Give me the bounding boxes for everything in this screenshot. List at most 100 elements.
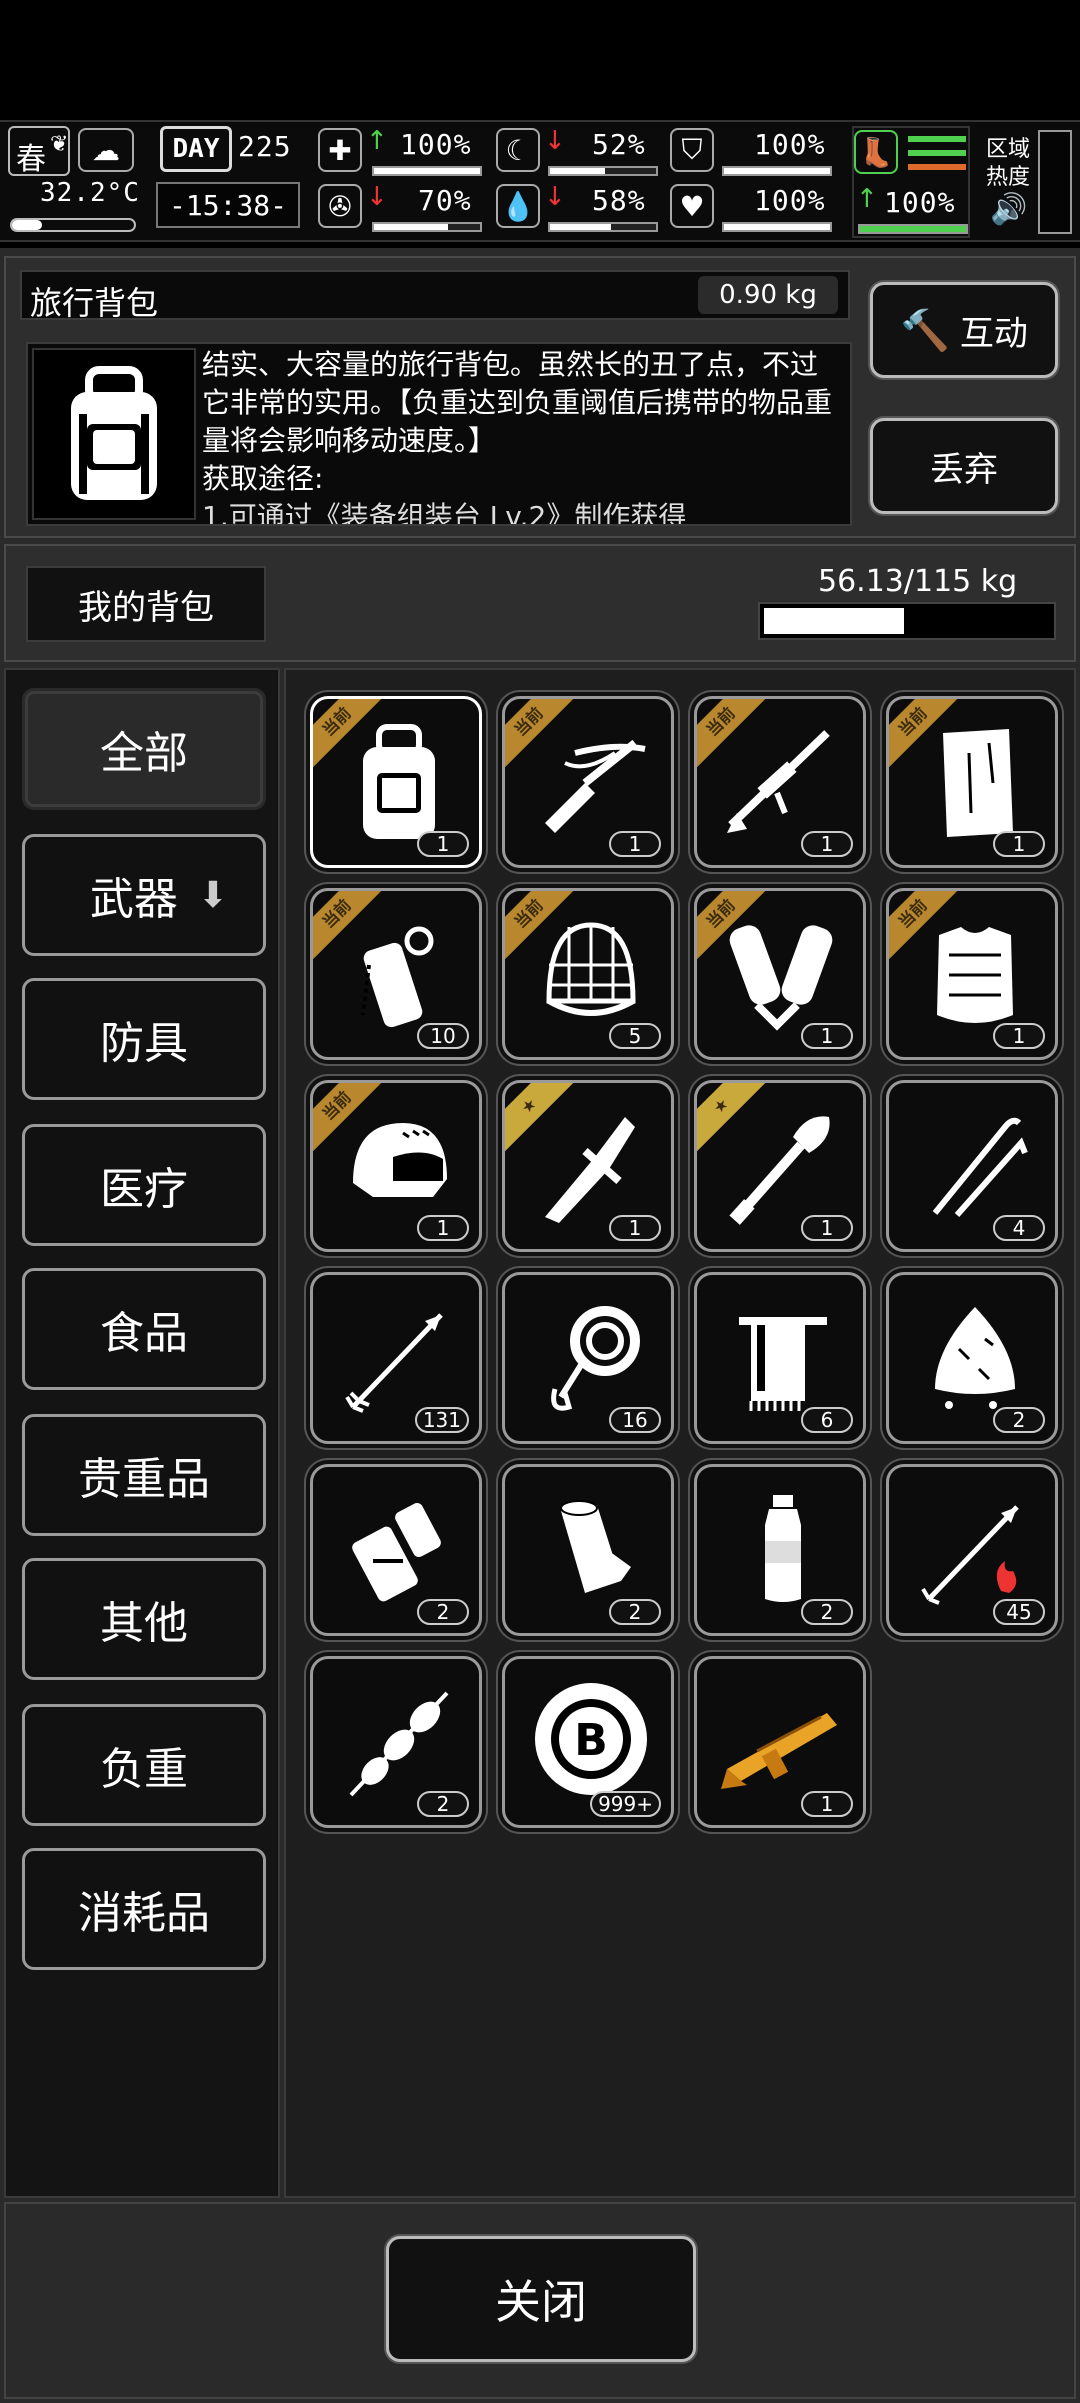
item-slot-grenade[interactable]: 当前 10	[310, 888, 482, 1060]
item-slot-fire-arrow[interactable]: 45	[886, 1464, 1058, 1636]
item-slot-water-filter[interactable]: 2	[310, 1464, 482, 1636]
item-slot-bandage-roll[interactable]: 2	[502, 1464, 674, 1636]
item-slot-bitcoin-token[interactable]: B 999+	[502, 1656, 674, 1828]
equipped-tag: 当前	[505, 891, 585, 971]
item-info-panel: 旅行背包 0.90 kg 结实、大容量的旅行背包。虽然长的丑了点，不过它非常的实…	[4, 256, 1076, 538]
item-slot-sniper-rifle[interactable]: 当前 1	[694, 696, 866, 868]
item-description-box: 结实、大容量的旅行背包。虽然长的丑了点，不过它非常的实用。【负重达到负重阈值后携…	[26, 342, 852, 526]
water-down-arrow-icon: ↓	[544, 182, 566, 212]
category-food[interactable]: 食品	[22, 1268, 266, 1390]
water-bottle-icon	[717, 1481, 849, 1613]
category-valuables-label: 贵重品	[78, 1454, 210, 1505]
stamina-bar	[858, 224, 968, 234]
item-slot-water-bottle[interactable]: 2	[694, 1464, 866, 1636]
favorite-tag: ★	[697, 1083, 777, 1163]
item-count: 1	[417, 831, 469, 857]
item-weight-box: 0.90 kg	[698, 276, 838, 314]
item-count: 16	[609, 1407, 661, 1433]
item-count: 1	[993, 1023, 1045, 1049]
item-count: 2	[417, 1599, 469, 1625]
armor-pct: 100%	[754, 128, 826, 161]
status-bar: 春 ❦ ☁ 32.2°C DAY 225 -15:38- ✚ ↑ 100% ☾ …	[0, 120, 1080, 242]
category-weapons[interactable]: 武器 ⬇	[22, 834, 266, 956]
season-text: 春	[16, 142, 46, 177]
item-slot-shin-guards[interactable]: 当前 1	[694, 888, 866, 1060]
item-count: 1	[801, 831, 853, 857]
star-icon: ★	[697, 1083, 775, 1160]
equipped-tag: 当前	[889, 891, 969, 971]
close-label: 关闭	[495, 2275, 587, 2329]
category-valuables[interactable]: 贵重品	[22, 1414, 266, 1536]
stamina-pct: 100%	[884, 186, 956, 219]
item-slot-body-armor[interactable]: 当前 1	[886, 888, 1058, 1060]
equipped-tag-label: 当前	[697, 699, 775, 776]
category-consumables[interactable]: 消耗品	[22, 1848, 266, 1970]
item-count: 4	[993, 1215, 1045, 1241]
item-slot-helmet[interactable]: 当前 1	[310, 1080, 482, 1252]
season-badge: 春 ❦	[8, 126, 70, 177]
leaf-icon: ❦	[50, 132, 69, 157]
category-load[interactable]: 负重	[22, 1704, 266, 1826]
item-count: 2	[609, 1599, 661, 1625]
item-slot-wood-plank[interactable]: 当前 1	[886, 696, 1058, 868]
equipped-tag: 当前	[313, 1083, 393, 1163]
speaker-icon: 🔊	[990, 192, 1028, 227]
armor-bar	[722, 166, 832, 176]
item-slot-golden-shotgun[interactable]: 1	[694, 1656, 866, 1828]
weight-pct: 70%	[418, 184, 472, 217]
day-label: DAY	[160, 126, 232, 172]
equipped-tag-label: 当前	[313, 891, 391, 968]
interact-label: 互动	[959, 313, 1028, 354]
clock-box: -15:38-	[156, 182, 300, 228]
category-all[interactable]: 全部	[22, 688, 266, 810]
lockpicks-icon	[909, 1097, 1041, 1229]
golden-shotgun-icon	[717, 1673, 849, 1805]
category-other-label: 其他	[100, 1598, 188, 1649]
category-other[interactable]: 其他	[22, 1558, 266, 1680]
category-medical[interactable]: 医疗	[22, 1124, 266, 1246]
water-drop-icon: 💧	[496, 184, 540, 228]
stamina-up-arrow-icon: ↑	[856, 184, 878, 214]
heart-icon: ♥	[670, 184, 714, 228]
item-slot-rope[interactable]: 16	[502, 1272, 674, 1444]
equipped-tag: 当前	[313, 699, 393, 779]
item-slot-net-hood[interactable]: 当前 5	[502, 888, 674, 1060]
category-armor[interactable]: 防具	[22, 978, 266, 1100]
discard-button[interactable]: 丢弃	[870, 418, 1058, 514]
item-count: 5	[609, 1023, 661, 1049]
discard-label: 丢弃	[930, 449, 998, 490]
temperature-text: 32.2°C	[40, 178, 140, 208]
close-button[interactable]: 关闭	[386, 2236, 696, 2362]
item-slot-meat-skewer[interactable]: 2	[310, 1656, 482, 1828]
category-medical-label: 医疗	[100, 1164, 188, 1215]
item-count: 45	[993, 1599, 1045, 1625]
equipped-tag: 当前	[697, 699, 777, 779]
item-count: 10	[417, 1023, 469, 1049]
equipped-tag-label: 当前	[505, 699, 583, 776]
health-pct: 100%	[400, 128, 472, 161]
item-slot-travel-backpack[interactable]: 当前 1	[310, 696, 482, 868]
boot-icon: 👢	[854, 130, 898, 174]
item-slot-arrow[interactable]: 131	[310, 1272, 482, 1444]
rope-icon	[525, 1289, 657, 1421]
item-slot-lockpicks[interactable]: 4	[886, 1080, 1058, 1252]
down-arrow-icon: ⬇	[197, 874, 229, 916]
bag-summary: 我的背包 56.13/115 kg	[4, 544, 1076, 662]
armor-icon: ⛉	[670, 128, 714, 172]
item-slot-combat-knife[interactable]: ★ 1	[502, 1080, 674, 1252]
equipped-tag-label: 当前	[889, 891, 967, 968]
my-bag-tab[interactable]: 我的背包	[26, 566, 266, 642]
category-all-label: 全部	[100, 728, 188, 779]
item-count: 1	[801, 1023, 853, 1049]
category-sidebar: 全部 武器 ⬇ 防具 医疗 食品 贵重品 其他 负重 消耗品	[4, 668, 280, 2198]
water-bar	[548, 222, 658, 232]
interact-button[interactable]: 🔨 互动	[870, 282, 1058, 378]
item-slot-rag[interactable]: 2	[886, 1272, 1058, 1444]
item-slot-shovel[interactable]: ★ 1	[694, 1080, 866, 1252]
item-count: 1	[993, 831, 1045, 857]
item-slot-crossbow[interactable]: 当前 1	[502, 696, 674, 868]
zone-heat-label: 区域热度	[986, 137, 1031, 190]
backpack-icon	[71, 366, 157, 500]
equipped-tag: 当前	[313, 891, 393, 971]
item-slot-towel[interactable]: 6	[694, 1272, 866, 1444]
